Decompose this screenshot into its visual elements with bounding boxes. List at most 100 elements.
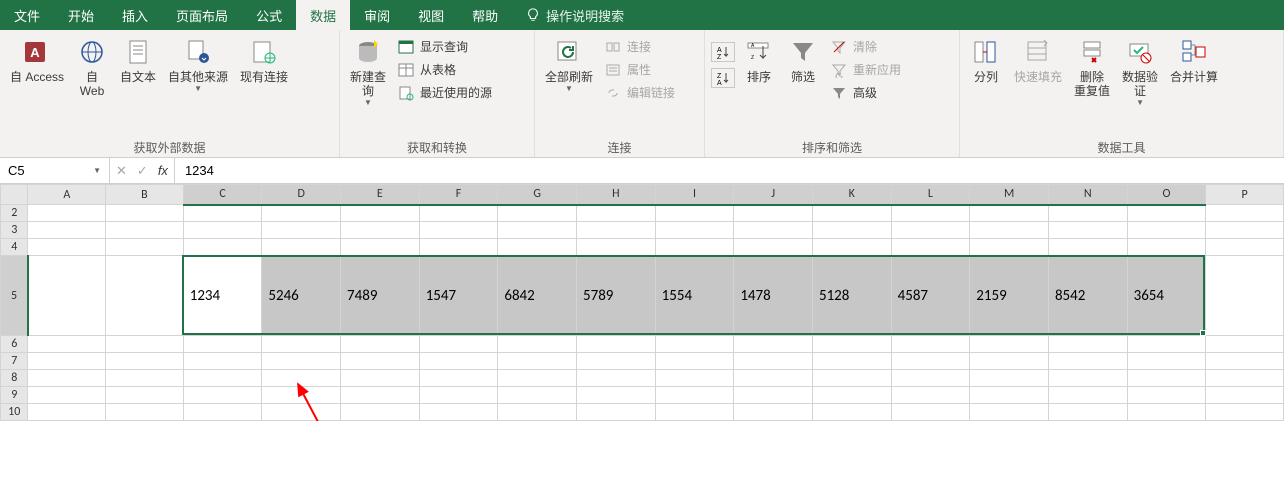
cell-F4[interactable] [419,239,498,256]
cell-D9[interactable] [262,387,341,404]
cell-M4[interactable] [970,239,1049,256]
cell-F9[interactable] [419,387,498,404]
connections-button[interactable]: 连接 [601,36,679,57]
cell-J3[interactable] [734,222,813,239]
tell-me-search[interactable]: 操作说明搜索 [512,0,638,30]
from-web-button[interactable]: 自 Web [72,34,112,100]
cell-K7[interactable] [812,353,891,370]
cell-E2[interactable] [341,205,420,222]
cell-B4[interactable] [106,239,184,256]
col-header-M[interactable]: M [970,185,1049,205]
cell-C2[interactable] [183,205,262,222]
cell-N7[interactable] [1048,353,1127,370]
show-query-button[interactable]: 显示查询 [394,36,496,57]
col-header-F[interactable]: F [419,185,498,205]
cell-J7[interactable] [734,353,813,370]
cell-L3[interactable] [891,222,970,239]
col-header-N[interactable]: N [1048,185,1127,205]
cell-G9[interactable] [498,387,577,404]
cell-N3[interactable] [1048,222,1127,239]
advanced-filter-button[interactable]: 高级 [827,82,905,103]
cell-H9[interactable] [577,387,656,404]
name-box-dropdown-icon[interactable]: ▼ [93,166,101,175]
flash-fill-button[interactable]: 快速填充 [1010,34,1066,86]
cell-F3[interactable] [419,222,498,239]
cell-D10[interactable] [262,404,341,421]
sort-desc-button[interactable]: ZA [711,68,735,88]
row-header-2[interactable]: 2 [1,205,28,222]
cell-H2[interactable] [577,205,656,222]
cell-J10[interactable] [734,404,813,421]
cell-I10[interactable] [655,404,734,421]
cell-B3[interactable] [106,222,184,239]
cell-H5[interactable]: 5789 [577,256,656,336]
cell-D2[interactable] [262,205,341,222]
cell-E7[interactable] [341,353,420,370]
row-header-4[interactable]: 4 [1,239,28,256]
cell-D5[interactable]: 5246 [262,256,341,336]
cell-G5[interactable]: 6842 [498,256,577,336]
text-to-columns-button[interactable]: 分列 [966,34,1006,86]
cell-N4[interactable] [1048,239,1127,256]
cell-O8[interactable] [1127,370,1206,387]
cell-N10[interactable] [1048,404,1127,421]
cell-M2[interactable] [970,205,1049,222]
col-header-I[interactable]: I [655,185,734,205]
cell-G10[interactable] [498,404,577,421]
cell-D4[interactable] [262,239,341,256]
cell-I9[interactable] [655,387,734,404]
from-access-button[interactable]: A 自 Access [6,34,68,86]
tab-file[interactable]: 文件 [0,0,54,30]
cell-D6[interactable] [262,336,341,353]
col-header-K[interactable]: K [812,185,891,205]
tab-formulas[interactable]: 公式 [242,0,296,30]
cell-J6[interactable] [734,336,813,353]
cell-F6[interactable] [419,336,498,353]
edit-links-button[interactable]: 编辑链接 [601,82,679,103]
cell-A2[interactable] [28,205,106,222]
formula-input[interactable]: 1234 [175,158,1284,183]
col-header-L[interactable]: L [891,185,970,205]
existing-connections-button[interactable]: 现有连接 [236,34,292,86]
cell-N8[interactable] [1048,370,1127,387]
cell-O4[interactable] [1127,239,1206,256]
cell-O3[interactable] [1127,222,1206,239]
select-all-corner[interactable] [1,185,28,205]
row-header-3[interactable]: 3 [1,222,28,239]
cell-H8[interactable] [577,370,656,387]
cell-G8[interactable] [498,370,577,387]
cell-N2[interactable] [1048,205,1127,222]
cell-P8[interactable] [1206,370,1284,387]
col-header-P[interactable]: P [1206,185,1284,205]
from-text-button[interactable]: 自文本 [116,34,160,86]
cell-I4[interactable] [655,239,734,256]
cell-I6[interactable] [655,336,734,353]
cell-K2[interactable] [812,205,891,222]
cell-A6[interactable] [28,336,106,353]
col-header-J[interactable]: J [734,185,813,205]
cell-D8[interactable] [262,370,341,387]
cell-K5[interactable]: 5128 [812,256,891,336]
row-header-9[interactable]: 9 [1,387,28,404]
cell-G2[interactable] [498,205,577,222]
cell-P10[interactable] [1206,404,1284,421]
cell-C5[interactable]: 1234 [183,256,262,336]
cell-P4[interactable] [1206,239,1284,256]
cell-E3[interactable] [341,222,420,239]
cell-G6[interactable] [498,336,577,353]
cell-P5[interactable] [1206,256,1284,336]
cell-C8[interactable] [183,370,262,387]
properties-button[interactable]: 属性 [601,59,679,80]
cell-B5[interactable] [106,256,184,336]
cell-A3[interactable] [28,222,106,239]
cell-O2[interactable] [1127,205,1206,222]
cell-L5[interactable]: 4587 [891,256,970,336]
cell-G7[interactable] [498,353,577,370]
cell-P7[interactable] [1206,353,1284,370]
row-header-5[interactable]: 5 [1,256,28,336]
clear-filter-button[interactable]: 清除 [827,36,905,57]
cell-E5[interactable]: 7489 [341,256,420,336]
cell-L8[interactable] [891,370,970,387]
cell-E10[interactable] [341,404,420,421]
tab-page-layout[interactable]: 页面布局 [162,0,242,30]
